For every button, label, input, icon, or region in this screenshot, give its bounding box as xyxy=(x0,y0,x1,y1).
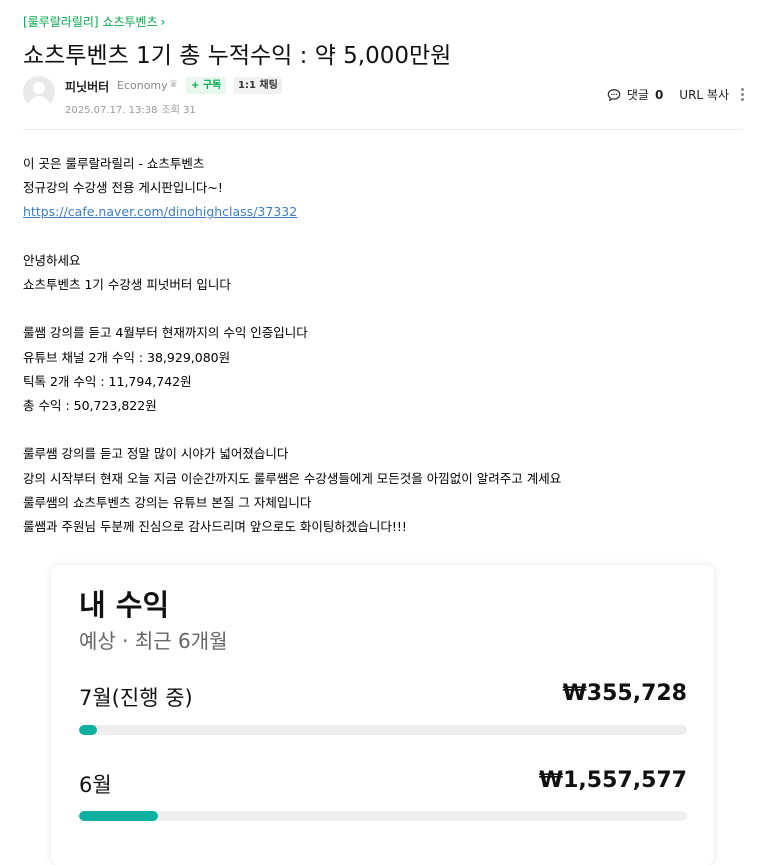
body-line: 이 곳은 룰루랄라릴리 - 쇼츠투벤츠 xyxy=(23,156,205,171)
author-row: 피닛버터 Economy ♛ + 구독 1:1 채팅 2025.07.17. 1… xyxy=(23,76,745,116)
earnings-month-value: ₩1,557,577 xyxy=(538,768,687,793)
one-to-one-chat-button[interactable]: 1:1 채팅 xyxy=(234,77,282,94)
member-grade: Economy xyxy=(117,79,168,92)
earnings-month-label: 6월 xyxy=(79,773,112,797)
body-line: 강의 시작부터 현재 오늘 지금 이순간까지도 룰루쌤은 수강생들에게 모든것을… xyxy=(23,470,562,486)
earnings-progress-bar xyxy=(79,725,687,735)
earnings-progress-fill xyxy=(79,725,98,735)
chevron-right-icon: › xyxy=(160,14,166,29)
body-line: 안녕하세요 xyxy=(23,252,81,268)
post-content: 이 곳은 룰루랄라릴리 - 쇼츠투벤츠 정규강의 수강생 전용 게시판입니다~!… xyxy=(23,152,561,539)
breadcrumb[interactable]: [룰루랄라릴리] 쇼츠투벤츠 › xyxy=(23,13,165,30)
earnings-screenshot-card: 내 수익 예상 · 최근 6개월 7월(진행 중) ₩355,728 6월 ₩1… xyxy=(51,565,714,865)
body-line: 쇼츠투벤츠 1기 수강생 피넛버터 입니다 xyxy=(23,277,231,292)
more-options-icon[interactable] xyxy=(741,88,745,101)
comment-icon[interactable] xyxy=(607,88,621,102)
divider xyxy=(23,129,743,130)
post-tools: 댓글 0 URL 복사 xyxy=(607,86,745,103)
earnings-progress-bar xyxy=(79,811,687,821)
earnings-card-title: 내 수익 xyxy=(79,588,170,622)
body-line: 룰쌤과 주원님 두분께 진심으로 감사드리며 앞으로도 화이팅하겠습니다!!! xyxy=(23,519,407,534)
avatar[interactable] xyxy=(23,76,55,108)
post-date: 2025.07.17. 13:38 xyxy=(65,105,158,116)
body-line: 틱톡 2개 수익 : 11,794,742원 xyxy=(23,373,192,389)
body-line: 룰루쌤 강의를 듣고 정말 많이 시야가 넓어졌습니다 xyxy=(23,446,289,462)
url-copy-button[interactable]: URL 복사 xyxy=(679,86,729,103)
crown-icon: ♛ xyxy=(169,79,178,90)
breadcrumb-board[interactable]: 쇼츠투벤츠 xyxy=(102,13,157,30)
earnings-progress-fill xyxy=(79,811,159,821)
cafe-link[interactable]: https://cafe.naver.com/dinohighclass/373… xyxy=(23,204,297,219)
earnings-month-label: 7월(진행 중) xyxy=(79,686,193,710)
earnings-month-value: ₩355,728 xyxy=(562,681,687,706)
post-title: 쇼츠투벤츠 1기 총 누적수익 : 약 5,000만원 xyxy=(23,43,452,69)
body-line: 룰루쌤의 쇼츠투벤츠 강의는 유튜브 본질 그 자체입니다 xyxy=(23,494,312,510)
post-meta: 2025.07.17. 13:38 조회 31 xyxy=(65,101,196,116)
earnings-card-subtitle: 예상 · 최근 6개월 xyxy=(79,629,228,653)
breadcrumb-cafe-prefix[interactable]: [룰루랄라릴리] xyxy=(23,13,99,30)
comment-button[interactable]: 댓글 xyxy=(627,86,649,103)
subscribe-button[interactable]: + 구독 xyxy=(186,77,227,94)
body-line: 룰쌤 강의를 듣고 4월부터 현재까지의 수익 인증입니다 xyxy=(23,325,308,341)
body-line: 유튜브 채널 2개 수익 : 38,929,080원 xyxy=(23,349,231,365)
author-nickname[interactable]: 피닛버터 xyxy=(65,78,109,95)
body-line: 정규강의 수강생 전용 게시판입니다~! xyxy=(23,180,223,196)
body-line: 총 수익 : 50,723,822원 xyxy=(23,398,157,413)
view-count: 조회 31 xyxy=(161,105,196,116)
comment-count: 0 xyxy=(654,87,664,102)
